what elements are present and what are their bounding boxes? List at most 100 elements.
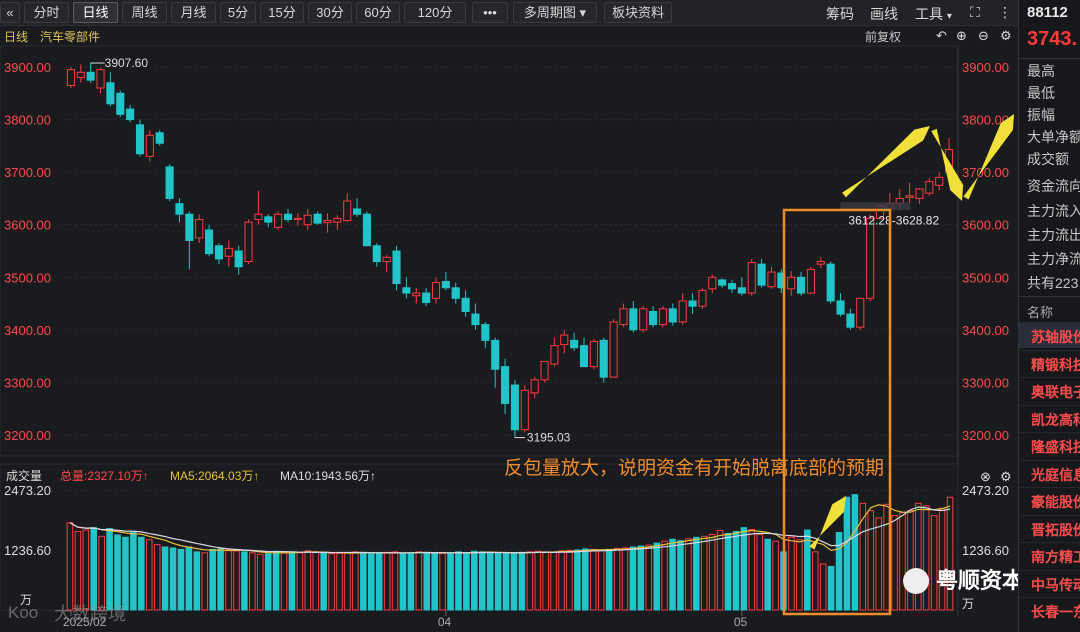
volume-bar: [66, 522, 74, 611]
tab-daily[interactable]: 日线: [73, 2, 118, 23]
volume-bar: [653, 542, 660, 611]
candle-body: [560, 334, 569, 346]
tab-minute[interactable]: 分时: [24, 2, 69, 23]
volume-bar: [867, 510, 875, 611]
candle-body: [836, 300, 845, 315]
right-price-tick: 3500.00: [962, 270, 1009, 285]
volume-bar: [122, 536, 129, 611]
volume-bar: [193, 551, 201, 611]
tab-weekly[interactable]: 周线: [122, 2, 167, 23]
more-icon[interactable]: •••: [472, 2, 508, 23]
left-price-tick: 3700.00: [4, 165, 51, 180]
candle-body: [639, 308, 648, 331]
stock-list-item[interactable]: 豪能股份: [1019, 487, 1080, 513]
left-price-tick: 3200.00: [4, 428, 51, 443]
stock-list-item[interactable]: 晋拓股份: [1019, 514, 1080, 541]
volume-bar: [907, 510, 914, 611]
arrow-up-left: [842, 126, 930, 198]
tab-monthly[interactable]: 月线: [171, 2, 216, 23]
draw-line-button[interactable]: 画线: [870, 4, 898, 24]
stat-high: 最高: [1027, 63, 1055, 79]
candle-body: [540, 360, 549, 381]
candle-body: [244, 221, 253, 263]
volume-bar: [320, 552, 327, 611]
volume-bar: [98, 535, 105, 611]
tab-120min[interactable]: 120分: [404, 2, 466, 23]
stock-list-item[interactable]: 长春一东: [1019, 597, 1080, 623]
kline-app: « 分时 日线 周线 月线 5分 15分 30分 60分 120分 ••• 多周…: [0, 0, 1080, 632]
volume-bar: [518, 551, 526, 611]
tools-arrow-icon: ▾: [946, 11, 952, 22]
tab-5min[interactable]: 5分: [220, 2, 256, 23]
volume-bar: [336, 552, 343, 611]
tab-30min[interactable]: 30分: [308, 2, 352, 23]
candle-body: [293, 217, 302, 220]
volume-bar: [447, 553, 454, 611]
candle-body: [678, 300, 687, 323]
candle-body: [826, 263, 835, 302]
volume-ma10: MA10:1943.56万↑: [280, 469, 376, 483]
stock-list-item[interactable]: 隆盛科技: [1019, 432, 1080, 458]
stock-list-item[interactable]: 奥联电子: [1019, 377, 1080, 403]
right-price-tick: 3300.00: [962, 375, 1009, 390]
candle-body: [155, 132, 164, 144]
toolbar: « 分时 日线 周线 月线 5分 15分 30分 60分 120分 ••• 多周…: [0, 0, 1018, 26]
candle-body: [451, 287, 460, 299]
fullscreen-icon[interactable]: ⛶: [970, 4, 980, 21]
volume-bar: [526, 551, 534, 611]
volume-bar: [700, 535, 708, 611]
candle-body: [353, 208, 362, 215]
volume-bar: [478, 551, 486, 611]
sector-info-button[interactable]: 板块资料: [604, 2, 672, 23]
stock-list-item[interactable]: 苏轴股份: [1019, 322, 1080, 348]
candle-body: [412, 292, 421, 297]
candle-body: [205, 229, 214, 255]
candle-body: [431, 282, 441, 299]
stock-list-item[interactable]: 光庭信息: [1019, 459, 1080, 486]
candle-body: [283, 213, 293, 220]
candle-body: [520, 389, 529, 431]
tab-15min[interactable]: 15分: [260, 2, 304, 23]
chip-button[interactable]: 筹码: [826, 4, 854, 24]
stock-list-item[interactable]: 凯龙高科: [1019, 404, 1080, 431]
candle-body: [126, 108, 135, 121]
divider: [1019, 58, 1080, 59]
volume-bar: [613, 547, 621, 611]
right-price-tick: 3600.00: [962, 218, 1009, 233]
volume-bar: [463, 552, 470, 611]
candle-body: [510, 384, 519, 431]
candle-body: [589, 340, 598, 368]
stock-list-item[interactable]: 南方精工: [1019, 542, 1080, 568]
candle-body: [688, 300, 697, 307]
volume-bar: [772, 540, 779, 611]
volume-bar: [256, 553, 264, 611]
left-volume-tick: 1236.60: [4, 543, 51, 558]
back-icon[interactable]: «: [0, 2, 20, 23]
volume-bar: [915, 502, 922, 611]
tab-60min[interactable]: 60分: [356, 2, 400, 23]
candle-body: [86, 71, 95, 81]
volume-bar: [922, 505, 930, 611]
candle-body: [767, 271, 776, 288]
volume-bar: [748, 529, 756, 611]
volume-bar: [661, 540, 668, 611]
volume-bar: [138, 536, 145, 611]
candle-body: [905, 195, 914, 198]
candle-body: [135, 124, 145, 155]
stock-list-item[interactable]: 精锻科技: [1019, 349, 1080, 376]
right-price-tick: 3900.00: [962, 60, 1009, 75]
right-panel: 88112 3743. 最高 最低 振幅 大单净额 成交额 资金流向 主力流入 …: [1018, 0, 1080, 632]
multi-period-dropdown[interactable]: 多周期图 ▾: [513, 2, 597, 23]
volume-bar: [685, 538, 692, 611]
volume-bar: [510, 552, 518, 611]
volume-bar: [740, 527, 748, 611]
volume-bar: [550, 551, 557, 611]
volume-bar: [669, 538, 676, 611]
stock-list-item[interactable]: 中马传动: [1019, 569, 1080, 596]
tools-dropdown[interactable]: 工具 ▾: [915, 4, 952, 24]
volume-close-icon: ⊗: [980, 469, 991, 484]
volume-bar: [367, 553, 375, 611]
more-vertical-icon[interactable]: ⋮: [998, 4, 1012, 21]
volume-bar: [883, 503, 890, 611]
volume-bar: [486, 551, 494, 611]
